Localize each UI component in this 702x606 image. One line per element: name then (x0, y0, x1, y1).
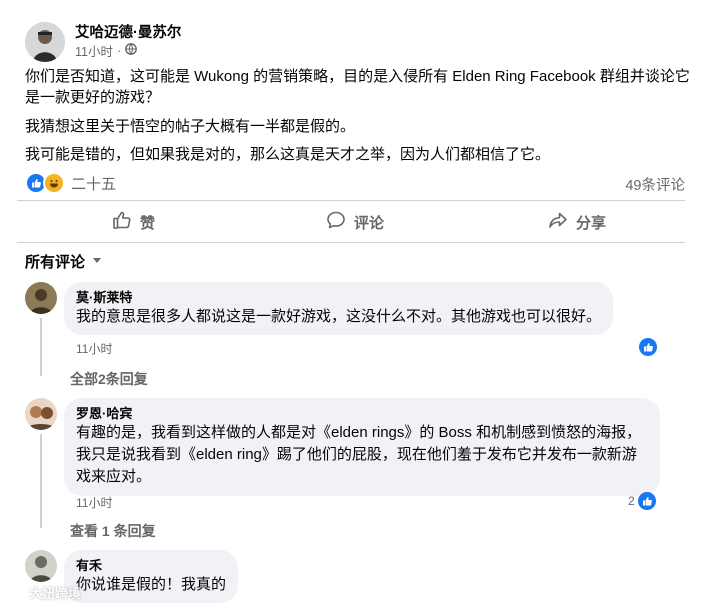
camera-icon (6, 582, 26, 603)
comment-time[interactable]: 11小时 (76, 494, 112, 511)
share-button[interactable]: 分享 (548, 210, 606, 234)
divider-bottom (17, 242, 685, 243)
comment-count-link[interactable]: 49条评论 (625, 174, 685, 195)
comment-time[interactable]: 11小时 (76, 340, 112, 357)
globe-icon (125, 43, 138, 58)
comment-text: 我的意思是很多人都说这是一款好游戏，这没什么不对。其他游戏也可以很好。 (76, 308, 602, 325)
share-label: 分享 (576, 214, 607, 232)
post-author-name[interactable]: 艾哈迈德·曼苏尔 (75, 21, 181, 42)
watermark-text: 大妞跨境 (29, 586, 82, 601)
divider-top (17, 200, 685, 201)
post-card: 艾哈迈德·曼苏尔 11小时 · 你们是否知道，这可能是 Wukong 的营销策略… (0, 0, 702, 606)
separator-dot: · (116, 43, 122, 58)
thumbs-up-icon (112, 210, 132, 234)
comment-bubble: 罗恩·哈宾 有趣的是，我看到这样做的人都是对《elden rings》的 Bos… (64, 398, 660, 496)
thread-line (40, 318, 42, 376)
post-paragraph-1: 你们是否知道，这可能是 Wukong 的营销策略，目的是入侵所有 Elden R… (25, 68, 690, 106)
commenter-name[interactable]: 有禾 (76, 557, 226, 574)
like-badge-icon (637, 492, 656, 510)
author-avatar[interactable] (25, 22, 65, 62)
haha-reaction-icon (43, 172, 65, 194)
commenter-avatar[interactable] (25, 550, 57, 582)
thread-line (40, 434, 42, 528)
like-badge-icon (639, 338, 657, 356)
speech-bubble-icon (326, 210, 346, 234)
comment-bubble: 有禾 你说谁是假的！我真的 (64, 550, 239, 603)
share-arrow-icon (548, 210, 568, 234)
reaction-summary[interactable]: 二十五 (25, 172, 116, 194)
commenter-name[interactable]: 罗恩·哈宾 (76, 405, 648, 422)
commenter-name[interactable]: 莫·斯莱特 (76, 289, 601, 306)
like-label: 赞 (140, 214, 156, 232)
post-paragraph-3: 我可能是错的，但如果我是对的，那么这真是天才之举，因为人们都相信了它。 (25, 146, 551, 163)
view-replies-link[interactable]: 全部2条回复 (70, 369, 148, 389)
comment-label: 评论 (354, 214, 385, 232)
comment-like-count[interactable]: 2 (628, 492, 656, 510)
post-paragraph-2: 我猜想这里关于悟空的帖子大概有一半都是假的。 (25, 118, 356, 135)
commenter-avatar[interactable] (25, 282, 57, 314)
post-time[interactable]: 11小时 (75, 41, 113, 60)
comment-text: 有趣的是，我看到这样做的人都是对《elden rings》的 Boss 和机制感… (76, 424, 642, 485)
like-count: 2 (628, 494, 635, 508)
comment-bubble: 莫·斯莱特 我的意思是很多人都说这是一款好游戏，这没什么不对。其他游戏也可以很好… (64, 282, 614, 335)
comment-text: 你说谁是假的！我真的 (76, 576, 227, 593)
reaction-count: 二十五 (71, 175, 117, 193)
comment-button[interactable]: 评论 (326, 210, 384, 234)
comment-filter-dropdown[interactable]: 所有评论 (25, 251, 103, 272)
post-meta: 11小时 · (75, 41, 138, 60)
view-replies-link[interactable]: 查看 1 条回复 (70, 521, 156, 541)
like-button[interactable]: 赞 (112, 210, 155, 234)
caret-down-icon (91, 253, 103, 270)
commenter-avatar[interactable] (25, 398, 57, 430)
comment-filter-label: 所有评论 (25, 254, 86, 271)
watermark: 大妞跨境 (6, 582, 81, 603)
